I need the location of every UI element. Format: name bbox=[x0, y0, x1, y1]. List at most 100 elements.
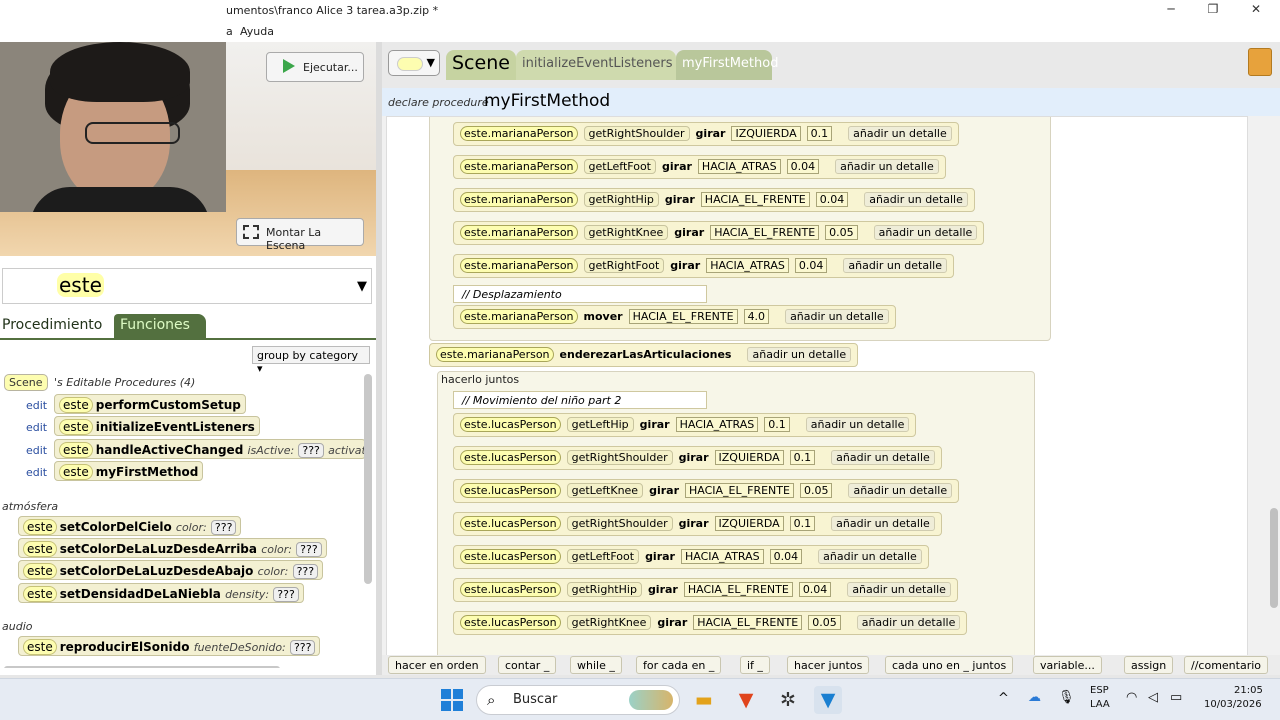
palette-vertical-scrollbar[interactable] bbox=[364, 374, 372, 584]
amount-arg[interactable]: 0.05 bbox=[825, 225, 858, 240]
footer-0[interactable]: hacer en orden bbox=[388, 656, 486, 674]
direction-arg[interactable]: HACIA_ATRAS bbox=[680, 549, 764, 564]
object-chip[interactable]: este.marianaPerson bbox=[460, 126, 578, 141]
object-chip[interactable]: este.lucasPerson bbox=[460, 549, 561, 564]
clock-time[interactable]: 21:05 bbox=[1234, 685, 1263, 696]
add-detail-button[interactable]: añadir un detalle bbox=[848, 483, 953, 498]
type-selector[interactable]: ▼ bbox=[388, 50, 440, 76]
amount-arg[interactable]: 0.05 bbox=[808, 615, 841, 630]
footer-2[interactable]: while _ bbox=[570, 656, 622, 674]
scene-chip[interactable]: Scene bbox=[4, 374, 48, 391]
statement-block[interactable]: este.marianaPerson enderezarLasArticulaci… bbox=[429, 343, 859, 367]
footer-3[interactable]: for cada en _ bbox=[636, 656, 722, 674]
object-chip[interactable]: este.marianaPerson bbox=[460, 258, 578, 273]
wifi-icon[interactable]: ◠ bbox=[1126, 690, 1137, 705]
palette-block[interactable]: este setColorDeLaLuzDesdeArriba color: ??… bbox=[18, 538, 327, 558]
brave-browser-icon[interactable]: ▼ bbox=[732, 686, 760, 714]
object-chip[interactable]: este.lucasPerson bbox=[460, 582, 561, 597]
comment-block[interactable]: // Movimiento del niño part 2 bbox=[453, 391, 707, 409]
amount-arg[interactable]: 0.05 bbox=[799, 483, 833, 498]
direction-arg[interactable]: HACIA_EL_FRENTE bbox=[710, 225, 820, 240]
param-value[interactable]: ??? bbox=[296, 542, 322, 557]
direction-arg[interactable]: HACIA_EL_FRENTE bbox=[685, 483, 794, 498]
joint-getter[interactable]: getRightHip bbox=[583, 192, 659, 207]
object-selector[interactable]: este ▼ bbox=[2, 268, 372, 304]
add-detail-button[interactable]: añadir un detalle bbox=[785, 309, 889, 324]
tab-scene[interactable]: Scene bbox=[446, 50, 516, 80]
param-value[interactable]: ??? bbox=[210, 520, 237, 535]
add-detail-button[interactable]: añadir un detalle bbox=[831, 516, 935, 531]
add-detail-button[interactable]: añadir un detalle bbox=[818, 549, 922, 564]
joint-getter[interactable]: getLeftFoot bbox=[583, 159, 656, 174]
palette-block[interactable]: este reproducirElSonido fuenteDeSonido: ?… bbox=[18, 636, 321, 656]
amount-arg[interactable]: 0.04 bbox=[798, 582, 832, 597]
palette-block[interactable]: este initializeEventListeners bbox=[54, 416, 260, 436]
direction-arg[interactable]: IZQUIERDA bbox=[731, 126, 801, 141]
param-value[interactable]: ??? bbox=[289, 640, 316, 655]
direction-arg[interactable]: HACIA_EL_FRENTE bbox=[700, 192, 810, 207]
amount-arg[interactable]: 0.04 bbox=[769, 549, 803, 564]
clipboard-icon[interactable] bbox=[1248, 48, 1272, 76]
param-value[interactable]: ??? bbox=[273, 587, 299, 602]
cloud-icon[interactable]: ☁ bbox=[1028, 690, 1041, 705]
statement-block[interactable]: este.lucasPerson getRightShoulder girar IZQ… bbox=[453, 512, 942, 536]
statement-block[interactable]: este.lucasPerson getLeftHip girar HACIA_ATR… bbox=[453, 413, 917, 437]
param-value[interactable]: ??? bbox=[292, 564, 319, 579]
object-chip[interactable]: este.lucasPerson bbox=[460, 483, 561, 498]
add-detail-button[interactable]: añadir un detalle bbox=[831, 450, 935, 465]
close-button[interactable]: ✕ bbox=[1241, 2, 1271, 20]
taskbar-search[interactable]: ⌕ Buscar bbox=[476, 685, 680, 715]
object-chip[interactable]: este.lucasPerson bbox=[460, 516, 561, 531]
language-code[interactable]: ESP bbox=[1090, 685, 1109, 696]
alice-app-icon[interactable]: ▼ bbox=[814, 686, 842, 714]
joint-getter[interactable]: getRightShoulder bbox=[566, 450, 673, 465]
param-value[interactable]: ??? bbox=[298, 443, 324, 458]
palette-block[interactable]: este handleActiveChanged isActive: ??? ac… bbox=[54, 439, 366, 459]
palette-block[interactable]: este setDensidadDeLaNiebla density: ??? bbox=[18, 583, 304, 603]
direction-arg[interactable]: HACIA_EL_FRENTE bbox=[683, 582, 793, 597]
file-explorer-icon[interactable]: ▬ bbox=[690, 686, 718, 714]
joint-getter[interactable]: getRightShoulder bbox=[566, 516, 673, 531]
footer-7[interactable]: variable... bbox=[1033, 656, 1102, 674]
edit-link[interactable]: edit bbox=[26, 444, 47, 457]
chatgpt-icon[interactable]: ✲ bbox=[774, 686, 802, 714]
statement-block[interactable]: este.marianaPerson getRightKnee girar HACIA… bbox=[453, 221, 985, 245]
joint-getter[interactable]: getLeftKnee bbox=[566, 483, 644, 498]
object-chip[interactable]: este.lucasPerson bbox=[460, 417, 561, 432]
footer-1[interactable]: contar _ bbox=[498, 656, 557, 674]
direction-arg[interactable]: IZQUIERDA bbox=[714, 516, 784, 531]
statement-block[interactable]: este.marianaPerson mover HACIA_EL_FRENTE 4.… bbox=[453, 305, 896, 329]
footer-8[interactable]: assign bbox=[1124, 656, 1174, 674]
battery-icon[interactable]: ▭ bbox=[1170, 690, 1182, 705]
object-chip[interactable]: este.marianaPerson bbox=[460, 309, 578, 324]
amount-arg[interactable]: 0.1 bbox=[789, 516, 816, 531]
add-detail-button[interactable]: añadir un detalle bbox=[856, 615, 961, 630]
footer-6[interactable]: cada uno en _ juntos bbox=[885, 656, 1014, 674]
edit-link[interactable]: edit bbox=[26, 421, 47, 434]
microphone-icon[interactable]: 🎙 bbox=[1058, 690, 1075, 705]
chevron-down-icon[interactable]: ▼ bbox=[357, 279, 367, 294]
statement-block[interactable]: este.lucasPerson getRightKnee girar HACIA_E… bbox=[453, 611, 968, 635]
footer-4[interactable]: if _ bbox=[740, 656, 770, 674]
joint-getter[interactable]: getRightHip bbox=[566, 582, 642, 597]
direction-arg[interactable]: HACIA_ATRAS bbox=[697, 159, 781, 174]
minimize-button[interactable]: ─ bbox=[1156, 2, 1186, 20]
maximize-button[interactable]: ❐ bbox=[1198, 2, 1228, 20]
palette-block[interactable]: este myFirstMethod bbox=[54, 461, 204, 481]
editor-vertical-scrollbar[interactable] bbox=[1270, 508, 1278, 608]
object-chip[interactable]: este.marianaPerson bbox=[460, 192, 578, 207]
palette-block[interactable]: este setColorDelCielo color: ??? bbox=[18, 516, 242, 536]
statement-block[interactable]: este.marianaPerson getRightHip girar HACIA_… bbox=[453, 188, 975, 212]
footer-9[interactable]: //comentario bbox=[1184, 656, 1269, 674]
add-detail-button[interactable]: añadir un detalle bbox=[835, 159, 939, 174]
edit-link[interactable]: edit bbox=[26, 399, 47, 412]
joint-getter[interactable]: getLeftFoot bbox=[566, 549, 640, 564]
amount-arg[interactable]: 0.04 bbox=[815, 192, 849, 207]
run-button[interactable]: Ejecutar... bbox=[266, 52, 364, 82]
edit-link[interactable]: edit bbox=[26, 466, 47, 479]
amount-arg[interactable]: 4.0 bbox=[743, 309, 770, 324]
direction-arg[interactable]: HACIA_ATRAS bbox=[706, 258, 789, 273]
statement-block[interactable]: este.marianaPerson getLeftFoot girar HACIA_… bbox=[453, 155, 946, 179]
joint-getter[interactable]: getRightKnee bbox=[566, 615, 652, 630]
language-region[interactable]: LAA bbox=[1090, 699, 1110, 710]
